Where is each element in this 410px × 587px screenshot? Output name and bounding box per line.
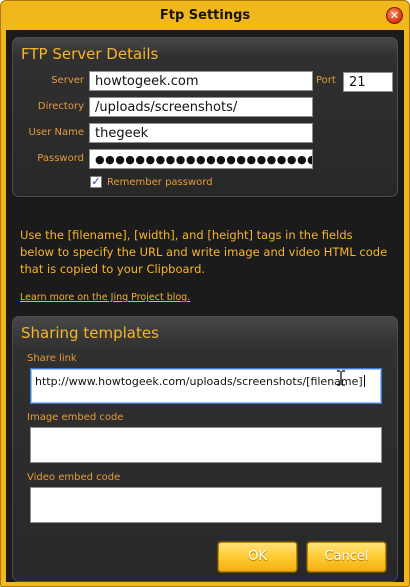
share-link-value: http://www.howtogeek.com/uploads/screens… <box>35 375 363 388</box>
remember-password-checkbox[interactable]: ✓ <box>90 176 102 188</box>
password-input[interactable]: ●●●●●●●●●●●●●●●●●●●●●●●●●● <box>89 149 313 169</box>
share-link-input[interactable]: http://www.howtogeek.com/uploads/screens… <box>30 368 382 404</box>
sharing-heading: Sharing templates <box>21 324 159 342</box>
window-title: Ftp Settings <box>159 8 251 23</box>
server-label: Server <box>51 75 84 86</box>
close-button[interactable]: ✕ <box>386 7 403 24</box>
share-link-label: Share link <box>27 353 77 364</box>
remember-password-label[interactable]: Remember password <box>107 177 213 188</box>
title-bar: Ftp Settings ✕ <box>1 1 409 31</box>
port-label: Port <box>316 75 336 86</box>
username-label: User Name <box>28 127 84 138</box>
ftp-server-group: FTP Server Details Server howtogeek.com … <box>12 37 398 197</box>
directory-label: Directory <box>37 101 84 112</box>
text-caret <box>363 375 365 387</box>
directory-input[interactable]: /uploads/screenshots/ <box>89 97 313 117</box>
jing-blog-link[interactable]: Learn more on the Jing Project blog. <box>20 292 190 303</box>
checkmark-icon: ✓ <box>91 175 101 188</box>
cancel-button[interactable]: Cancel <box>307 542 386 572</box>
port-input[interactable]: 21 <box>343 72 393 92</box>
text-cursor-icon <box>337 370 345 386</box>
ftp-settings-window: Ftp Settings ✕ FTP Server Details Server… <box>0 0 410 587</box>
sharing-templates-group: Sharing templates Share link http://www.… <box>12 316 398 582</box>
password-label: Password <box>37 153 84 164</box>
close-icon: ✕ <box>389 9 400 22</box>
template-instructions: Use the [filename], [width], and [height… <box>20 228 388 276</box>
server-input[interactable]: howtogeek.com <box>89 71 313 91</box>
image-embed-label: Image embed code <box>27 412 124 423</box>
dialog-body: FTP Server Details Server howtogeek.com … <box>6 30 404 582</box>
video-embed-input[interactable] <box>30 487 382 523</box>
ok-button[interactable]: OK <box>218 542 297 572</box>
video-embed-label: Video embed code <box>27 472 121 483</box>
image-embed-input[interactable] <box>30 427 382 463</box>
username-input[interactable]: thegeek <box>89 123 313 143</box>
ftp-server-heading: FTP Server Details <box>21 45 159 63</box>
